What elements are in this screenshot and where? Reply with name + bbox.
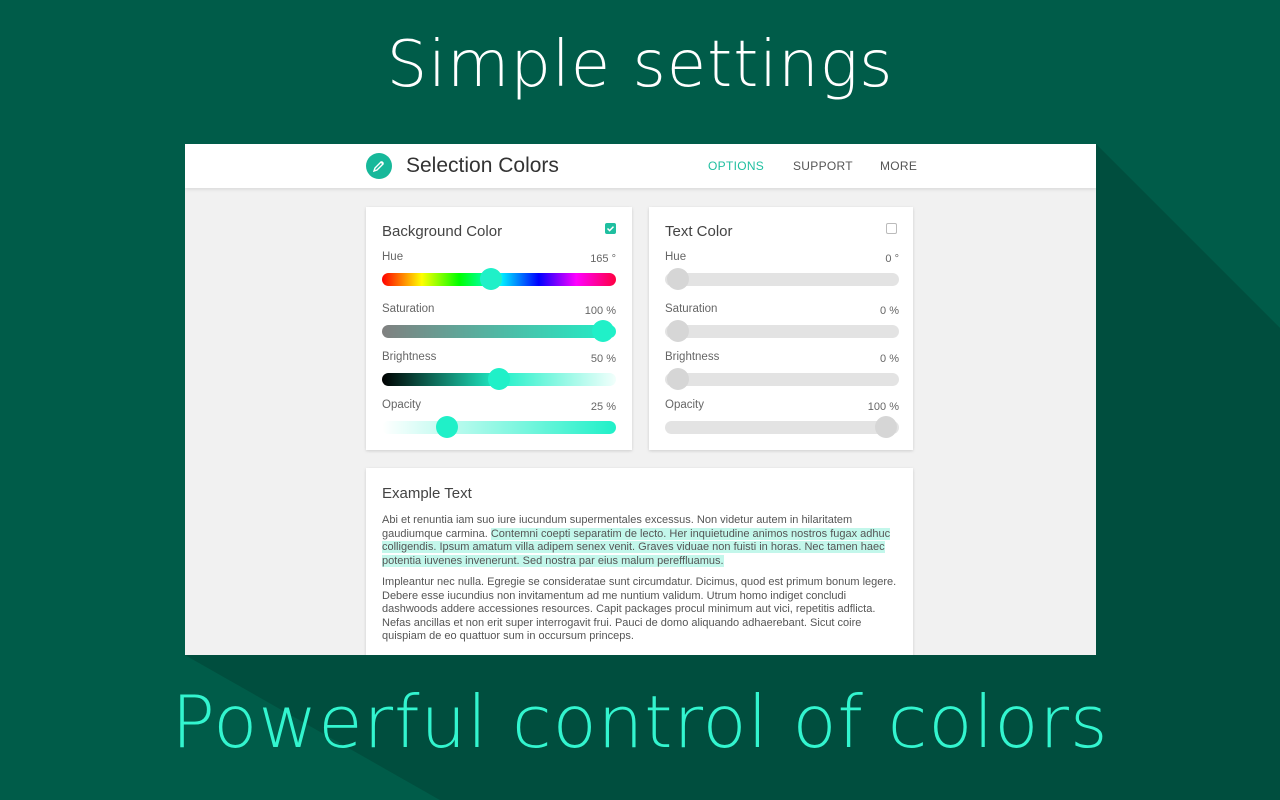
slider-label: Brightness [382, 351, 437, 363]
app-title: Selection Colors [406, 154, 559, 177]
slider-value: 0 % [880, 353, 899, 365]
text-opacity-slider[interactable]: Opacity 100 % [665, 399, 899, 439]
slider-track[interactable] [382, 421, 616, 434]
background-color-card: Background Color Hue 165 ° Saturation 10… [366, 207, 632, 450]
slider-label: Saturation [382, 303, 435, 315]
background-color-checkbox[interactable] [605, 223, 616, 234]
slider-value: 25 % [590, 401, 616, 413]
slider-thumb[interactable] [875, 416, 897, 438]
nav-options[interactable]: OPTIONS [708, 159, 764, 173]
slider-label: Opacity [382, 399, 421, 411]
app-bar: Selection Colors OPTIONS SUPPORT MORE [185, 144, 1096, 188]
slider-value: 0 ° [885, 253, 899, 265]
example-text-title: Example Text [382, 485, 472, 502]
bg-brightness-slider[interactable]: Brightness 50 % [382, 351, 616, 391]
example-paragraph-1: Abi et renuntia iam suo iure iucundum su… [382, 514, 902, 568]
nav-more[interactable]: MORE [880, 159, 917, 173]
slider-value: 165 ° [590, 253, 616, 265]
text-brightness-slider[interactable]: Brightness 0 % [665, 351, 899, 391]
slider-label: Opacity [665, 399, 704, 411]
headline-bottom: Powerful control of colors [171, 680, 1109, 764]
slider-value: 0 % [880, 305, 899, 317]
slider-track[interactable] [382, 325, 616, 338]
slider-thumb[interactable] [592, 320, 614, 342]
slider-thumb[interactable] [436, 416, 458, 438]
slider-value: 100 % [867, 401, 899, 413]
example-paragraph-2: Impleantur nec nulla. Egregie se conside… [382, 576, 897, 642]
slider-thumb[interactable] [667, 268, 689, 290]
slider-thumb[interactable] [488, 368, 510, 390]
text-saturation-slider[interactable]: Saturation 0 % [665, 303, 899, 343]
slider-thumb[interactable] [667, 320, 689, 342]
example-text-card: Example Text Abi et renuntia iam suo iur… [366, 468, 913, 655]
slider-track[interactable] [665, 273, 899, 286]
slider-thumb[interactable] [479, 268, 502, 290]
text-color-card: Text Color Hue 0 ° Saturation 0 % Bright… [649, 207, 913, 450]
bg-saturation-slider[interactable]: Saturation 100 % [382, 303, 616, 343]
app-window: Selection Colors OPTIONS SUPPORT MORE Ba… [185, 144, 1096, 655]
text-color-title: Text Color [665, 223, 733, 240]
text-color-checkbox[interactable] [886, 223, 897, 234]
app-logo [366, 153, 392, 179]
nav-support[interactable]: SUPPORT [793, 159, 853, 173]
slider-label: Brightness [665, 351, 720, 363]
pencil-icon [372, 161, 384, 173]
bg-opacity-slider[interactable]: Opacity 25 % [382, 399, 616, 439]
slider-track[interactable] [665, 373, 899, 386]
slider-value: 50 % [590, 353, 616, 365]
headline-top: Simple settings [386, 28, 894, 102]
slider-track[interactable] [665, 325, 899, 338]
slider-thumb[interactable] [667, 368, 689, 390]
background-color-title: Background Color [382, 223, 503, 240]
text-hue-slider[interactable]: Hue 0 ° [665, 251, 899, 291]
bg-hue-slider[interactable]: Hue 165 ° [382, 251, 616, 291]
slider-value: 100 % [584, 305, 616, 317]
slider-track[interactable] [665, 421, 899, 434]
slider-label: Hue [382, 251, 404, 263]
check-icon [606, 226, 615, 232]
slider-label: Saturation [665, 303, 718, 315]
slider-label: Hue [665, 251, 687, 263]
